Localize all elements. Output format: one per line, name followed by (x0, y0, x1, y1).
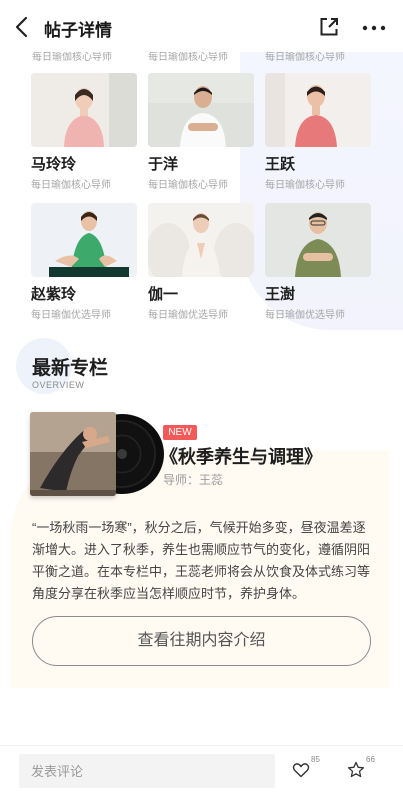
column-title[interactable]: 《秋季养生与调理》 (160, 443, 322, 469)
comment-input[interactable] (19, 754, 275, 788)
teacher-photo (265, 73, 371, 147)
share-icon[interactable] (318, 16, 340, 38)
section-title: 最新专栏 (32, 358, 109, 379)
section-subtitle: OVERVIEW (32, 380, 85, 390)
teacher-name: 王跃 (265, 156, 296, 173)
top-nav-bar: 帖子详情 (0, 0, 403, 52)
heart-icon[interactable] (292, 761, 310, 779)
bottom-action-bar: 85 66 (0, 745, 403, 800)
teacher-name: 王澍 (265, 286, 296, 303)
teacher-card[interactable]: 于洋 每日瑜伽核心导师 (148, 73, 254, 191)
column-cover-image (30, 412, 116, 496)
teacher-card[interactable]: 王跃 每日瑜伽核心导师 (265, 73, 371, 191)
teacher-card[interactable]: 赵紫玲 每日瑜伽优选导师 (31, 203, 137, 321)
teacher-photo (31, 203, 137, 277)
teacher-card[interactable]: 王澍 每日瑜伽优选导师 (265, 203, 371, 321)
column-teacher: 导师：王蕊 (163, 473, 224, 487)
more-options-icon[interactable] (362, 24, 386, 32)
teacher-photo (148, 73, 254, 147)
teacher-name: 于洋 (148, 156, 179, 173)
like-count: 85 (311, 755, 320, 764)
teacher-role: 每日瑜伽核心导师 (265, 180, 345, 191)
back-arrow-icon[interactable] (12, 14, 34, 40)
teacher-name: 赵紫玲 (31, 286, 77, 303)
star-icon[interactable] (347, 761, 365, 779)
teacher-photo (148, 203, 254, 277)
teacher-photo (31, 73, 137, 147)
view-history-button[interactable]: 查看往期内容介绍 (32, 616, 371, 666)
teacher-name: 伽一 (148, 286, 179, 303)
star-count: 66 (366, 755, 375, 764)
teacher-name: 马玲玲 (31, 156, 77, 173)
teacher-role: 每日瑜伽优选导师 (148, 310, 228, 321)
teacher-photo (265, 203, 371, 277)
teacher-role: 每日瑜伽核心导师 (31, 180, 111, 191)
teacher-card[interactable]: 马玲玲 每日瑜伽核心导师 (31, 73, 137, 191)
new-badge: NEW (163, 425, 197, 440)
column-cover[interactable] (30, 412, 164, 496)
page-title: 帖子详情 (44, 21, 112, 40)
teacher-card[interactable]: 伽一 每日瑜伽优选导师 (148, 203, 254, 321)
teacher-role: 每日瑜伽核心导师 (148, 180, 228, 191)
teacher-role: 每日瑜伽优选导师 (265, 310, 345, 321)
teacher-role: 每日瑜伽优选导师 (31, 310, 111, 321)
column-description: “一场秋雨一场寒”，秋分之后，气候开始多变，昼夜温差逐渐增大。进入了秋季，养生也… (32, 520, 371, 601)
